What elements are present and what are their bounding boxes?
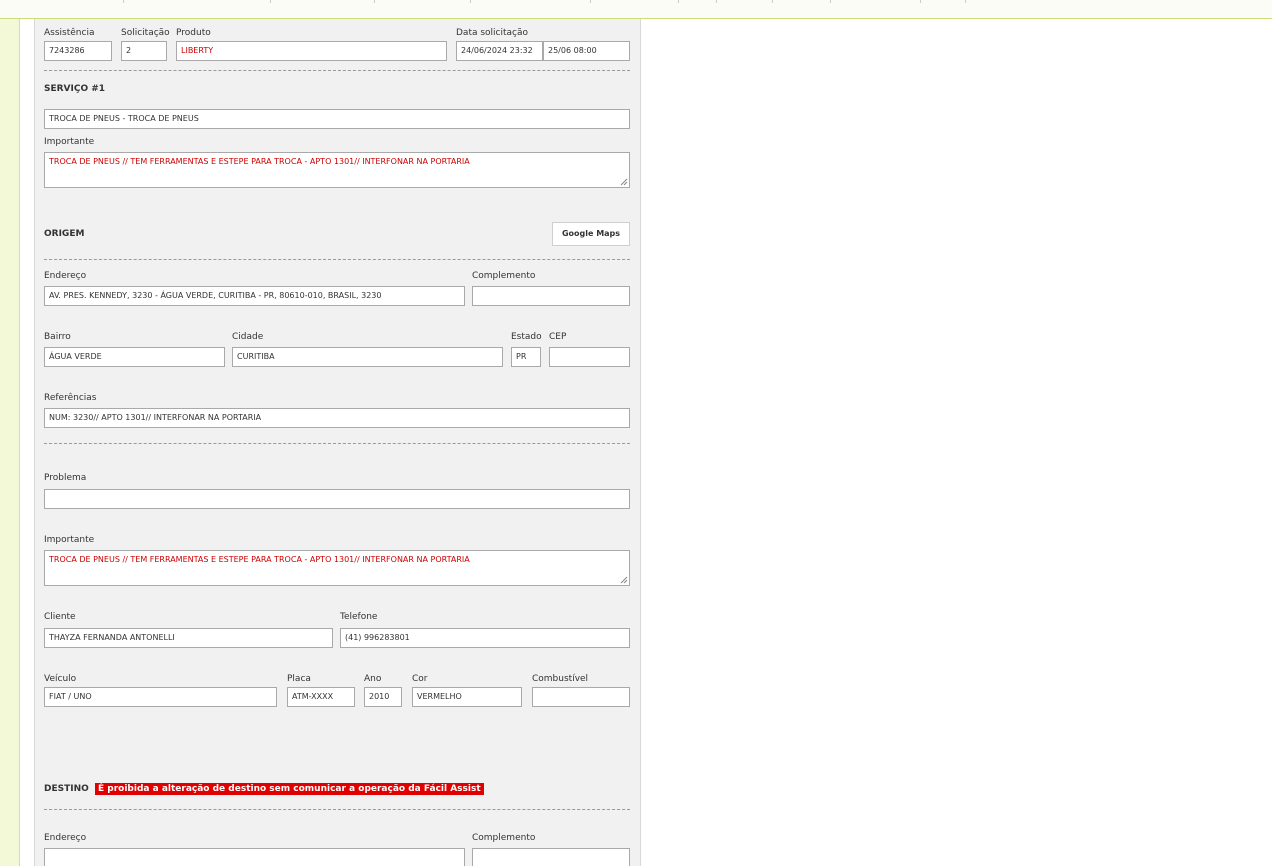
nav-divider [716, 0, 717, 3]
veiculo-label: Veículo [44, 674, 77, 684]
solicitacao-field[interactable]: 2 [121, 41, 167, 61]
nav-divider [678, 0, 679, 3]
destino-endereco-label: Endereço [44, 833, 87, 843]
estado-field[interactable]: PR [511, 347, 541, 367]
servico-importante-label: Importante [44, 137, 95, 147]
section-divider [44, 259, 630, 260]
destino-title: DESTINO [44, 784, 89, 794]
section-divider [44, 809, 630, 810]
origem-complemento-field[interactable] [472, 286, 630, 306]
destino-complemento-field[interactable] [472, 848, 630, 866]
cep-label: CEP [549, 332, 567, 342]
data-agendamento-field[interactable]: 25/06 08:00 [543, 41, 630, 61]
nav-divider [965, 0, 966, 3]
destino-complemento-label: Complemento [472, 833, 536, 843]
solicitacao-label: Solicitação [121, 28, 170, 38]
nav-divider [270, 0, 271, 3]
cep-field[interactable] [549, 347, 630, 367]
servico-importante-textarea[interactable]: TROCA DE PNEUS // TEM FERRAMENTAS E ESTE… [44, 152, 630, 188]
origem-endereco-field[interactable]: AV. PRES. KENNEDY, 3230 - ÁGUA VERDE, CU… [44, 286, 465, 306]
veiculo-field[interactable]: FIAT / UNO [44, 687, 277, 707]
estado-label: Estado [511, 332, 542, 342]
cidade-label: Cidade [232, 332, 264, 342]
data-solicitacao-field[interactable]: 24/06/2024 23:32 [456, 41, 543, 61]
produto-label: Produto [176, 28, 211, 38]
problema-label: Problema [44, 473, 87, 483]
ano-field[interactable]: 2010 [364, 687, 402, 707]
origem-endereco-label: Endereço [44, 271, 87, 281]
problema-field[interactable] [44, 489, 630, 509]
servico-field[interactable]: TROCA DE PNEUS - TROCA DE PNEUS [44, 109, 630, 129]
origem-title: ORIGEM [44, 229, 85, 239]
data-solicitacao-label: Data solicitação [456, 28, 529, 38]
nav-divider [920, 0, 921, 3]
resize-grip-icon[interactable] [620, 576, 628, 584]
nav-divider [772, 0, 773, 3]
nav-divider [590, 0, 591, 3]
telefone-field[interactable]: (41) 996283801 [340, 628, 630, 648]
produto-field[interactable]: LIBERTY [176, 41, 447, 61]
cor-label: Cor [412, 674, 428, 684]
bairro-label: Bairro [44, 332, 71, 342]
bairro-field[interactable]: ÁGUA VERDE [44, 347, 225, 367]
assistencia-field[interactable]: 7243286 [44, 41, 112, 61]
nav-divider [470, 0, 471, 3]
placa-label: Placa [287, 674, 311, 684]
destino-warning-badge: É proibida a alteração de destino sem co… [95, 783, 484, 795]
servico-title: SERVIÇO #1 [44, 84, 106, 94]
section-divider [44, 70, 630, 71]
placa-field[interactable]: ATM-XXXX [287, 687, 355, 707]
cliente-field[interactable]: THAYZA FERNANDA ANTONELLI [44, 628, 333, 648]
origem-complemento-label: Complemento [472, 271, 536, 281]
combustivel-field[interactable] [532, 687, 630, 707]
nav-divider [830, 0, 831, 3]
referencias-label: Referências [44, 393, 97, 403]
destino-endereco-field[interactable] [44, 848, 465, 866]
problema-importante-label: Importante [44, 535, 95, 545]
google-maps-button[interactable]: Google Maps [552, 222, 630, 246]
ano-label: Ano [364, 674, 382, 684]
cor-field[interactable]: VERMELHO [412, 687, 522, 707]
servico-importante-text: TROCA DE PNEUS // TEM FERRAMENTAS E ESTE… [49, 157, 470, 166]
problema-importante-textarea[interactable]: TROCA DE PNEUS // TEM FERRAMENTAS E ESTE… [44, 550, 630, 586]
problema-importante-text: TROCA DE PNEUS // TEM FERRAMENTAS E ESTE… [49, 555, 470, 564]
assistencia-label: Assistência [44, 28, 95, 38]
cidade-field[interactable]: CURITIBA [232, 347, 503, 367]
cliente-label: Cliente [44, 612, 76, 622]
telefone-label: Telefone [340, 612, 378, 622]
referencias-field[interactable]: NUM: 3230// APTO 1301// INTERFONAR NA PO… [44, 408, 630, 428]
resize-grip-icon[interactable] [620, 178, 628, 186]
top-navigation-bar [0, 0, 1272, 19]
section-divider [44, 443, 630, 444]
left-sidebar-strip [0, 19, 20, 866]
combustivel-label: Combustível [532, 674, 589, 684]
nav-divider [123, 0, 124, 3]
nav-divider [374, 0, 375, 3]
